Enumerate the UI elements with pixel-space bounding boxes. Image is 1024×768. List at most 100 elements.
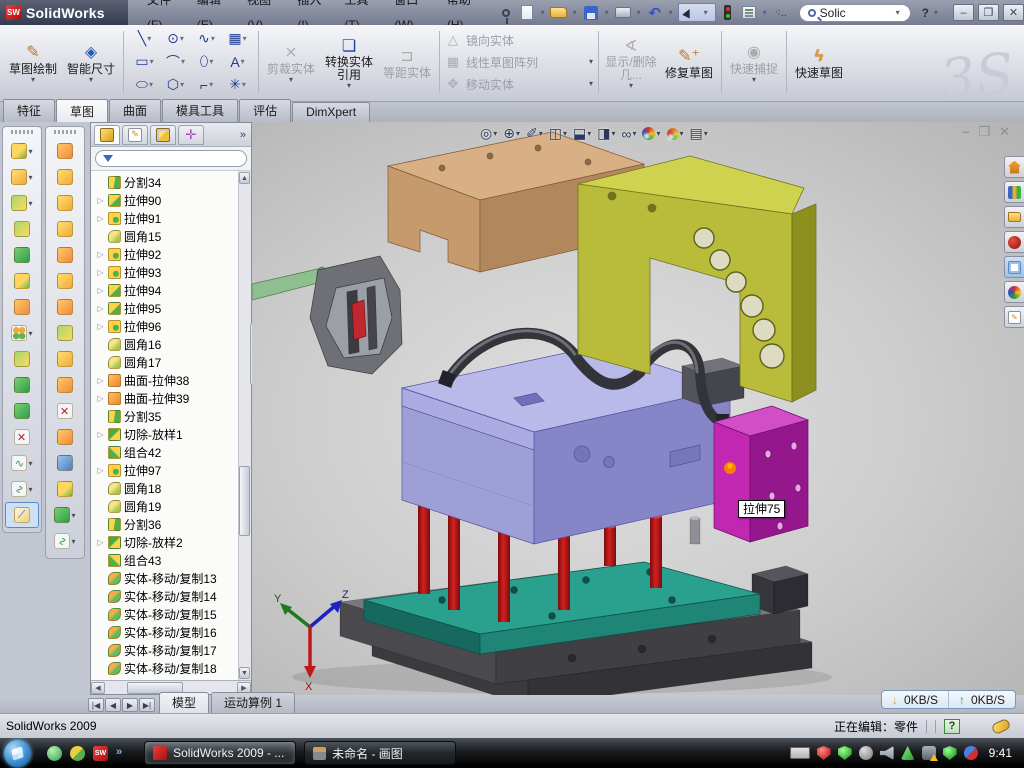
command-tab[interactable]: DimXpert	[292, 102, 370, 122]
feature-tree-item[interactable]: 圆角18	[91, 479, 251, 497]
hide-show-items-icon[interactable]: ∞	[621, 126, 636, 142]
expand-arrow-icon[interactable]	[96, 214, 105, 223]
defender-tray-icon[interactable]	[943, 746, 957, 760]
expand-arrow-icon[interactable]	[96, 376, 105, 385]
toolbar-grip[interactable]	[54, 130, 76, 134]
shell-icon[interactable]	[5, 242, 39, 268]
feature-tree-item[interactable]: 组合43	[91, 551, 251, 569]
revolved-boss-icon[interactable]	[48, 164, 82, 190]
zoom-area-icon[interactable]: ⊕	[503, 125, 520, 142]
tab-nav-arrow-button[interactable]: ▶|	[139, 698, 155, 712]
delete-body-icon[interactable]	[5, 424, 39, 450]
boundary-boss-icon[interactable]	[48, 242, 82, 268]
tab-nav-arrow-button[interactable]: |◀	[88, 698, 104, 712]
expand-arrow-icon[interactable]	[96, 304, 105, 313]
feature-tree-item[interactable]: 拉伸94	[91, 281, 251, 299]
sketch-fillet-icon[interactable]: ⌐	[191, 77, 222, 93]
part-rail-block[interactable]	[752, 566, 808, 614]
expand-arrow-icon[interactable]	[96, 286, 105, 295]
tree-filter-input[interactable]	[95, 150, 247, 167]
document-tab[interactable]: 模型	[159, 692, 209, 713]
swept-cut-icon[interactable]	[5, 190, 39, 216]
document-tab[interactable]: 运动算例 1	[211, 692, 295, 713]
minimize-button[interactable]: –	[953, 4, 974, 21]
doc-restore-button[interactable]: ❐	[978, 124, 990, 140]
magnified-selection-icon[interactable]: ✐	[526, 125, 543, 142]
custom-properties-tab[interactable]	[1004, 306, 1024, 328]
revolved-cut-icon[interactable]	[5, 164, 39, 190]
parting-line-icon[interactable]	[48, 528, 82, 554]
scroll-down-arrow-icon[interactable]: ▼	[239, 667, 250, 679]
lofted-boss-icon[interactable]	[48, 216, 82, 242]
network-warning-tray-icon[interactable]	[922, 746, 936, 760]
command-tab[interactable]: 特征	[3, 99, 55, 122]
feature-tree-item[interactable]: 拉伸91	[91, 209, 251, 227]
slot-icon[interactable]: ⬭	[129, 76, 160, 93]
overflow-tools-button[interactable]: ⁖..	[772, 3, 790, 22]
feature-tree-item[interactable]: 实体-移动/复制13	[91, 569, 251, 587]
text-icon[interactable]: A	[222, 54, 253, 70]
solidworks-quicklaunch-icon[interactable]: SW	[93, 746, 108, 761]
expand-arrow-icon[interactable]	[96, 250, 105, 259]
mold-core-icon[interactable]	[48, 476, 82, 502]
tab-nav-arrow-button[interactable]: ◀	[105, 698, 121, 712]
undo-button[interactable]: ↶	[646, 3, 664, 22]
trim-box-icon[interactable]: ▦	[222, 30, 253, 47]
line-icon[interactable]: ╲	[129, 30, 160, 47]
new-dropdown-arrow-icon[interactable]	[539, 8, 547, 17]
display-style-icon[interactable]: ◨	[597, 125, 615, 142]
feature-tree-item[interactable]: 拉伸93	[91, 263, 251, 281]
view-orientation-icon[interactable]: ⬓	[573, 125, 591, 142]
expand-arrow-icon[interactable]	[96, 466, 105, 475]
options-button[interactable]	[740, 3, 758, 22]
feature-tree-item[interactable]: 实体-移动/复制14	[91, 587, 251, 605]
circle-icon[interactable]: ⊙	[160, 30, 191, 47]
spline-icon[interactable]: ∿	[191, 30, 222, 47]
feature-tree-item[interactable]: 曲面-拉伸38	[91, 371, 251, 389]
save-button[interactable]	[582, 3, 600, 22]
thicken-icon[interactable]	[48, 346, 82, 372]
arc-icon[interactable]: ⌒	[160, 52, 191, 72]
freeform-icon[interactable]	[48, 268, 82, 294]
combine-icon[interactable]	[5, 346, 39, 372]
print-button[interactable]	[614, 3, 632, 22]
linear-pattern-icon[interactable]	[5, 320, 39, 346]
update-tray-icon[interactable]	[859, 746, 873, 760]
view-settings-icon[interactable]: ▤	[690, 125, 708, 142]
feature-tree-item[interactable]: 圆角15	[91, 227, 251, 245]
feature-tree-item[interactable]: 实体-移动/复制17	[91, 641, 251, 659]
part-small-pin[interactable]	[690, 516, 700, 544]
move-body-icon[interactable]	[5, 398, 39, 424]
quick-tips-button[interactable]: ?	[944, 719, 960, 734]
upload-tray-icon[interactable]	[901, 746, 915, 760]
feature-tree-item[interactable]: 分割34	[91, 173, 251, 191]
feature-tree-item[interactable]: 曲面-拉伸39	[91, 389, 251, 407]
feature-tree-item[interactable]: 切除-放样2	[91, 533, 251, 551]
command-tab[interactable]: 曲面	[109, 99, 161, 122]
propertymanager-tab[interactable]	[122, 125, 148, 145]
spline-tool-icon[interactable]	[5, 476, 39, 502]
command-tab[interactable]: 草图	[56, 99, 108, 123]
quick-launch-chevron[interactable]: »	[116, 746, 122, 758]
graphics-viewport[interactable]: Y Z X ◎ ⊕ ✐ ◫ ⬓ ◨	[252, 122, 1024, 695]
media-quicklaunch-icon[interactable]	[70, 746, 85, 761]
feature-tree-item[interactable]: 实体-移动/复制15	[91, 605, 251, 623]
configurationmanager-tab[interactable]	[150, 125, 176, 145]
featuremanager-tab[interactable]	[94, 125, 120, 145]
doc-close-button[interactable]: ✕	[999, 124, 1010, 140]
help-dropdown-arrow-icon[interactable]	[932, 8, 940, 17]
select-button[interactable]: ▶	[679, 4, 697, 21]
ruled-surface-icon[interactable]	[48, 450, 82, 476]
delete-face-icon[interactable]	[48, 398, 82, 424]
feature-tree-item[interactable]: 实体-移动/复制18	[91, 659, 251, 677]
section-view-icon[interactable]: ◫	[549, 125, 567, 142]
ellipse-icon[interactable]: ⬯	[191, 53, 222, 70]
feature-tree-item[interactable]: 实体-移动/复制16	[91, 623, 251, 641]
part-insert-block[interactable]	[714, 406, 808, 542]
rectangle-icon[interactable]: ▭	[129, 53, 160, 70]
expand-arrow-icon[interactable]	[96, 268, 105, 277]
design-library-tab[interactable]	[1004, 181, 1024, 203]
expand-arrow-icon[interactable]	[96, 196, 105, 205]
feature-tree-item[interactable]: 组合42	[91, 443, 251, 461]
save-dropdown-arrow-icon[interactable]	[603, 8, 611, 17]
